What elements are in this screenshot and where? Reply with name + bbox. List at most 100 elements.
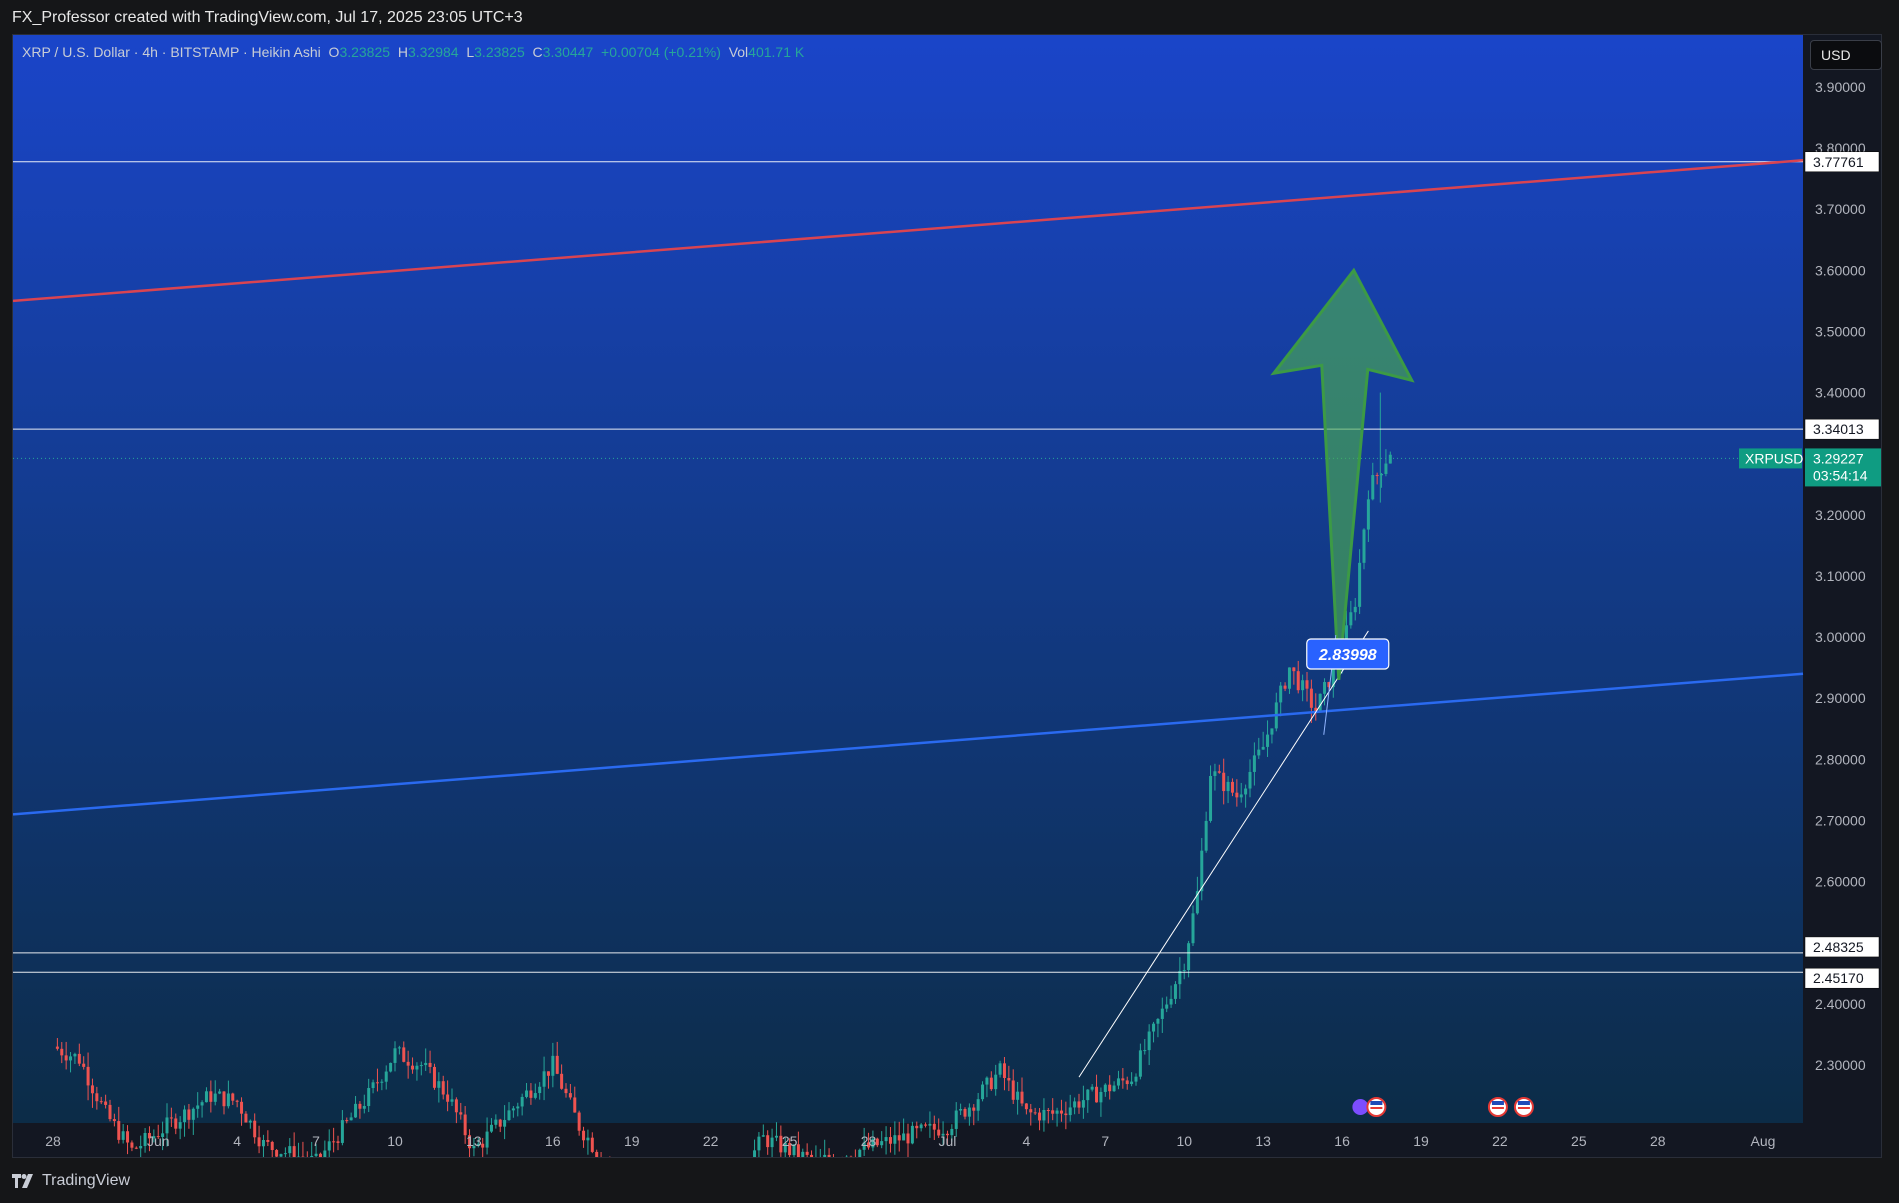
candle-body bbox=[279, 1154, 283, 1157]
candle-body bbox=[428, 1062, 432, 1067]
candle-body bbox=[441, 1081, 445, 1095]
currency-button[interactable]: USD bbox=[1810, 40, 1882, 70]
candle-body bbox=[1230, 781, 1234, 793]
candle-body bbox=[204, 1091, 208, 1103]
level-price-tag-label: 2.45170 bbox=[1813, 970, 1864, 986]
candle-body bbox=[1248, 771, 1252, 789]
candle-body bbox=[959, 1108, 963, 1111]
candle-body bbox=[99, 1101, 103, 1103]
candle-body bbox=[288, 1146, 292, 1154]
price-tick-label: 3.90000 bbox=[1815, 79, 1866, 95]
low-label: L bbox=[466, 44, 475, 60]
candle-body bbox=[1200, 850, 1204, 892]
price-tick-label: 3.40000 bbox=[1815, 385, 1866, 401]
attribution-text: FX_Professor created with TradingView.co… bbox=[12, 9, 523, 26]
candle-body bbox=[139, 1146, 143, 1149]
candle-body bbox=[555, 1055, 559, 1074]
candle-body bbox=[183, 1109, 187, 1123]
flag-stripe-icon bbox=[1370, 1107, 1383, 1109]
candle-body bbox=[766, 1135, 770, 1148]
candle-body bbox=[240, 1101, 244, 1114]
candle-body bbox=[1292, 667, 1296, 672]
candle-body bbox=[384, 1071, 388, 1082]
candle-body bbox=[967, 1107, 971, 1117]
candle-body bbox=[1353, 606, 1357, 613]
candle-body bbox=[196, 1105, 200, 1109]
price-tick-label: 3.00000 bbox=[1815, 629, 1866, 645]
candle-body bbox=[292, 1146, 296, 1157]
candle-body bbox=[538, 1086, 542, 1094]
candle-body bbox=[130, 1142, 134, 1148]
candle-body bbox=[1002, 1063, 1006, 1078]
candle-body bbox=[1384, 463, 1388, 474]
candle-body bbox=[283, 1153, 287, 1155]
time-tick-label: 19 bbox=[624, 1133, 640, 1149]
time-tick-label: 16 bbox=[1334, 1133, 1350, 1149]
candle-body bbox=[546, 1071, 550, 1076]
attribution-bar: FX_Professor created with TradingView.co… bbox=[0, 0, 1899, 34]
candle-body bbox=[213, 1093, 217, 1102]
candle-body bbox=[1305, 680, 1309, 689]
tradingview-logo-icon bbox=[12, 1174, 33, 1188]
time-tick-label: 7 bbox=[1101, 1133, 1109, 1149]
candle-body bbox=[1165, 1004, 1169, 1009]
candle-body bbox=[1182, 970, 1186, 972]
volume-label: Vol bbox=[728, 44, 749, 60]
candle-body bbox=[200, 1102, 204, 1106]
candle-body bbox=[858, 1149, 862, 1157]
candle-body bbox=[1226, 781, 1230, 792]
candle-body bbox=[1235, 792, 1239, 798]
candle-body bbox=[314, 1153, 318, 1156]
candle-body bbox=[454, 1099, 458, 1113]
candle-body bbox=[1108, 1084, 1112, 1092]
candle-body bbox=[573, 1097, 577, 1113]
price-tick-label: 2.80000 bbox=[1815, 751, 1866, 767]
candle-body bbox=[187, 1109, 191, 1120]
price-tick-label: 2.70000 bbox=[1815, 812, 1866, 828]
candle-body bbox=[1077, 1101, 1081, 1108]
candle-body bbox=[1103, 1084, 1107, 1092]
time-tick-label: 16 bbox=[545, 1133, 561, 1149]
open-value: 3.23825 bbox=[339, 44, 391, 60]
candle-body bbox=[253, 1120, 257, 1138]
chart-frame[interactable]: 2.300002.400002.500002.600002.700002.800… bbox=[12, 34, 1882, 1158]
candle-body bbox=[174, 1118, 178, 1129]
candle-body bbox=[1016, 1091, 1020, 1100]
candle-body bbox=[972, 1107, 976, 1111]
candle-body bbox=[248, 1120, 252, 1123]
time-tick-label: 28 bbox=[1650, 1133, 1666, 1149]
candle-body bbox=[897, 1135, 901, 1141]
candle-body bbox=[511, 1108, 515, 1111]
candle-body bbox=[586, 1137, 590, 1141]
candle-body bbox=[1011, 1080, 1015, 1100]
candle-body bbox=[261, 1140, 265, 1147]
time-tick-label: 13 bbox=[1255, 1133, 1271, 1149]
candle-body bbox=[1073, 1101, 1077, 1108]
candle-body bbox=[371, 1082, 375, 1089]
candle-body bbox=[1270, 728, 1274, 735]
candle-body bbox=[323, 1150, 327, 1157]
candle-body bbox=[1099, 1091, 1103, 1103]
candle-body bbox=[1244, 788, 1248, 795]
candle-body bbox=[1287, 667, 1291, 689]
candle-body bbox=[95, 1093, 99, 1102]
candle-body bbox=[1178, 970, 1182, 985]
event-marker-icon[interactable] bbox=[1352, 1099, 1369, 1115]
candle-body bbox=[327, 1141, 331, 1151]
chart-canvas[interactable]: 2.300002.400002.500002.600002.700002.800… bbox=[13, 35, 1882, 1158]
candle-body bbox=[998, 1063, 1002, 1075]
level-price-tag-label: 3.77761 bbox=[1813, 154, 1864, 170]
level-price-tag-label: 3.34013 bbox=[1813, 421, 1864, 437]
candle-body bbox=[275, 1150, 279, 1157]
candle-body bbox=[362, 1105, 366, 1109]
time-tick-label: 10 bbox=[387, 1133, 403, 1149]
candle-body bbox=[893, 1135, 897, 1144]
candle-body bbox=[1130, 1081, 1134, 1085]
candle-body bbox=[73, 1053, 77, 1057]
candle-body bbox=[349, 1117, 353, 1121]
candle-body bbox=[235, 1100, 239, 1102]
candle-body bbox=[1024, 1103, 1028, 1110]
candle-body bbox=[1121, 1078, 1125, 1081]
candle-body bbox=[104, 1101, 108, 1105]
candle-body bbox=[1358, 562, 1362, 607]
